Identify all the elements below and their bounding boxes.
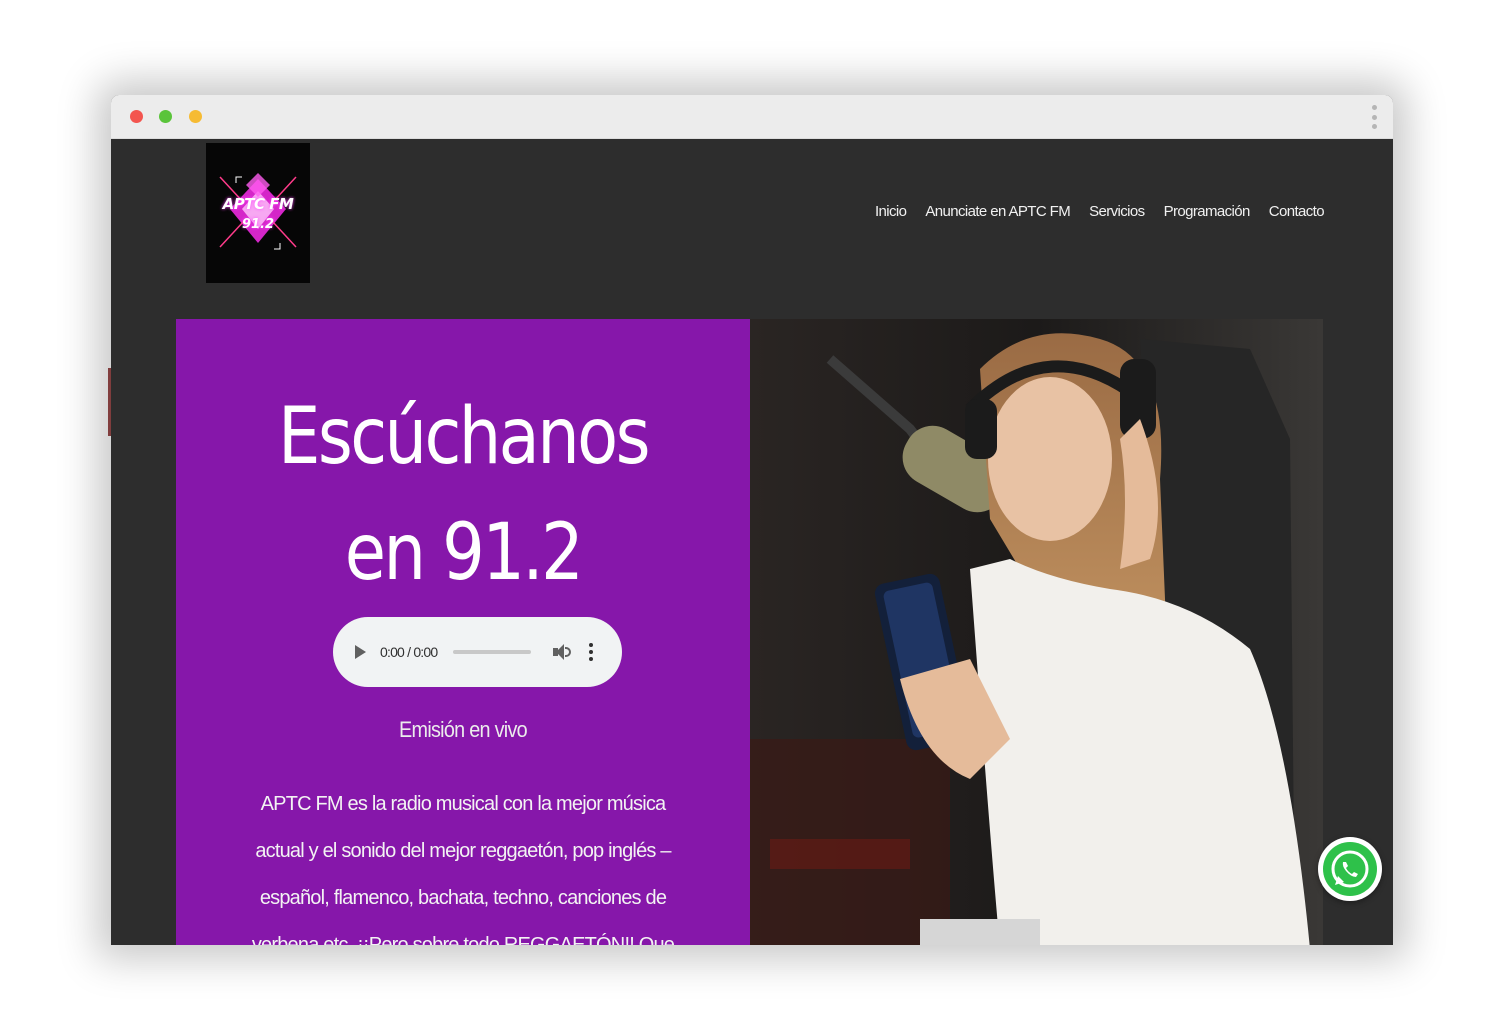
hero-photo — [750, 319, 1323, 945]
nav-item-inicio[interactable]: Inicio — [875, 203, 907, 220]
whatsapp-button[interactable] — [1318, 837, 1382, 901]
audio-player: 0:00 / 0:00 — [333, 617, 622, 687]
logo-frequency: 91.2 — [241, 217, 275, 232]
nav-item-anunciate[interactable]: Anunciate en APTC FM — [925, 203, 1070, 220]
logo-title: APTC FM — [222, 195, 294, 213]
hero-title: Escúchanos en 91.2 — [216, 379, 710, 611]
nav-item-programacion[interactable]: Programación — [1164, 203, 1251, 220]
close-window-button[interactable] — [130, 110, 143, 123]
player-time: 0:00 / 0:00 — [380, 644, 438, 660]
hero-panel: Escúchanos en 91.2 0:00 / 0:00 Emisión e… — [176, 319, 750, 945]
maximize-window-button[interactable] — [159, 110, 172, 123]
nav-item-servicios[interactable]: Servicios — [1089, 203, 1145, 220]
play-icon[interactable] — [355, 645, 366, 659]
volume-icon[interactable] — [553, 643, 572, 661]
more-options-icon[interactable] — [589, 643, 594, 661]
site-logo[interactable]: APTC FM 91.2 — [206, 143, 310, 283]
minimize-window-button[interactable] — [189, 110, 202, 123]
phone-icon — [1331, 850, 1369, 888]
main-nav: Inicio Anunciate en APTC FM Servicios Pr… — [875, 203, 1325, 220]
logo-graphic-icon — [219, 173, 297, 250]
radio-host-photo — [750, 319, 1323, 945]
browser-window: APTC FM 91.2 Inicio Anunciate en APTC FM… — [111, 95, 1393, 945]
progress-slider[interactable] — [453, 650, 532, 654]
browser-menu-icon[interactable] — [1371, 105, 1377, 129]
website: APTC FM 91.2 Inicio Anunciate en APTC FM… — [111, 139, 1393, 945]
nav-item-contacto[interactable]: Contacto — [1269, 203, 1325, 220]
hero-description: APTC FM es la radio musical con la mejor… — [251, 793, 675, 945]
browser-titlebar — [111, 95, 1393, 139]
hero-title-line1: Escúchanos — [278, 392, 651, 482]
hero-title-line2: en 91.2 — [344, 508, 584, 598]
live-label: Emisión en vivo — [399, 717, 528, 742]
